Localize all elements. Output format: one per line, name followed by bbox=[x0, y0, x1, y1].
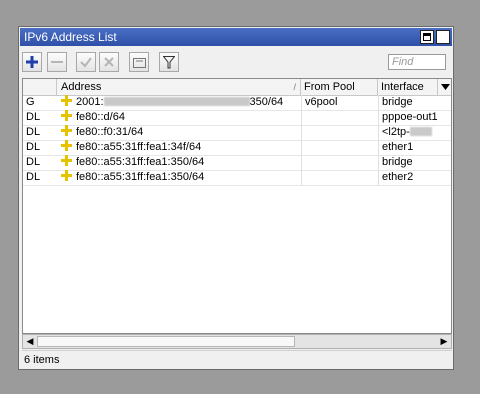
item-count: 6 items bbox=[24, 354, 60, 366]
from-pool-cell bbox=[301, 155, 378, 170]
arrow-right-icon: ▶ bbox=[440, 336, 448, 346]
filter-button[interactable] bbox=[159, 52, 179, 72]
column-header-interface[interactable]: Interface bbox=[378, 79, 438, 95]
address-table: Address / From Pool Interface G 2001: 350… bbox=[22, 78, 452, 334]
table-row[interactable]: DL fe80::a55:31ff:fea1:350/64 ether2 bbox=[23, 170, 451, 186]
redacted-block bbox=[409, 127, 432, 136]
note-icon bbox=[132, 57, 146, 68]
horizontal-scrollbar[interactable]: ◀ ▶ bbox=[22, 334, 452, 349]
scroll-right-button[interactable]: ▶ bbox=[437, 335, 451, 348]
check-icon bbox=[80, 57, 92, 68]
sort-icon: / bbox=[293, 82, 296, 92]
chevron-down-icon bbox=[441, 84, 450, 90]
from-pool-cell bbox=[301, 170, 378, 185]
address-cell: fe80::a55:31ff:fea1:34f/64 bbox=[57, 140, 301, 155]
address-text: 2001: bbox=[76, 96, 104, 108]
window-title: IPv6 Address List bbox=[24, 30, 117, 44]
column-menu-button[interactable] bbox=[438, 79, 451, 95]
close-button[interactable]: ✕ bbox=[436, 30, 450, 44]
arrow-left-icon: ◀ bbox=[26, 336, 34, 346]
toolbar bbox=[22, 52, 450, 74]
flags-cell: G bbox=[26, 96, 35, 108]
ipv6-address-list-window: IPv6 Address List ✕ Address / bbox=[18, 26, 454, 370]
address-cell: fe80::f0:31/64 bbox=[57, 125, 301, 140]
x-icon bbox=[104, 57, 114, 67]
redacted-block bbox=[103, 97, 250, 106]
table-header: Address / From Pool Interface bbox=[23, 79, 451, 96]
address-text: fe80::a55:31ff:fea1:34f/64 bbox=[76, 141, 202, 153]
comment-button[interactable] bbox=[129, 52, 149, 72]
address-icon bbox=[61, 125, 72, 136]
flags-cell: DL bbox=[26, 111, 41, 123]
from-pool-cell: v6pool bbox=[301, 95, 378, 110]
interface-cell: <l2tp- bbox=[378, 125, 438, 140]
address-cell: 2001: 350/64 bbox=[57, 95, 301, 110]
interface-cell: pppoe-out1 bbox=[378, 110, 438, 125]
flags-cell: DL bbox=[26, 171, 41, 183]
address-suffix: 350/64 bbox=[249, 96, 284, 108]
scroll-left-button[interactable]: ◀ bbox=[23, 335, 37, 348]
find-input[interactable] bbox=[388, 54, 446, 70]
disable-button[interactable] bbox=[99, 52, 119, 72]
table-row[interactable]: DL fe80::a55:31ff:fea1:350/64 bridge bbox=[23, 155, 451, 171]
status-bar: 6 items bbox=[22, 350, 452, 368]
add-button[interactable] bbox=[22, 52, 42, 72]
remove-button[interactable] bbox=[47, 52, 67, 72]
from-pool-cell bbox=[301, 140, 378, 155]
interface-cell: bridge bbox=[378, 155, 438, 170]
minus-icon bbox=[51, 61, 63, 63]
table-row[interactable]: DL fe80::f0:31/64 <l2tp- bbox=[23, 125, 451, 141]
address-text: fe80::a55:31ff:fea1:350/64 bbox=[76, 156, 205, 168]
address-icon bbox=[61, 140, 72, 151]
column-header-from-pool[interactable]: From Pool bbox=[301, 79, 378, 95]
scrollbar-thumb[interactable] bbox=[37, 336, 295, 347]
flags-cell: DL bbox=[26, 156, 41, 168]
table-row[interactable]: DL fe80::a55:31ff:fea1:34f/64 ether1 bbox=[23, 140, 451, 156]
flags-cell: DL bbox=[26, 126, 41, 138]
column-header-address-label: Address bbox=[61, 81, 102, 93]
column-header-address[interactable]: Address / bbox=[57, 79, 301, 95]
interface-cell: bridge bbox=[378, 95, 438, 110]
enable-button[interactable] bbox=[76, 52, 96, 72]
column-header-flags[interactable] bbox=[23, 79, 57, 95]
address-icon bbox=[61, 95, 72, 106]
from-pool-cell bbox=[301, 125, 378, 140]
flags-cell: DL bbox=[26, 141, 41, 153]
from-pool-cell bbox=[301, 110, 378, 125]
filter-icon bbox=[163, 55, 175, 68]
close-icon: ✕ bbox=[437, 29, 449, 43]
address-text: fe80::f0:31/64 bbox=[76, 126, 144, 138]
address-cell: fe80::a55:31ff:fea1:350/64 bbox=[57, 170, 301, 185]
address-icon bbox=[61, 170, 72, 181]
plus-icon bbox=[26, 56, 38, 68]
address-icon bbox=[61, 110, 72, 121]
address-cell: fe80::d/64 bbox=[57, 110, 301, 125]
address-icon bbox=[61, 155, 72, 166]
address-cell: fe80::a55:31ff:fea1:350/64 bbox=[57, 155, 301, 170]
table-row[interactable]: G 2001: 350/64 v6pool bridge bbox=[23, 95, 451, 111]
table-row[interactable]: DL fe80::d/64 pppoe-out1 bbox=[23, 110, 451, 126]
address-text: fe80::a55:31ff:fea1:350/64 bbox=[76, 171, 205, 183]
interface-cell: ether2 bbox=[378, 170, 438, 185]
interface-text: <l2tp- bbox=[382, 126, 410, 138]
address-text: fe80::d/64 bbox=[76, 111, 125, 123]
interface-cell: ether1 bbox=[378, 140, 438, 155]
title-bar[interactable]: IPv6 Address List ✕ bbox=[20, 28, 452, 46]
maximize-button[interactable] bbox=[420, 30, 434, 44]
